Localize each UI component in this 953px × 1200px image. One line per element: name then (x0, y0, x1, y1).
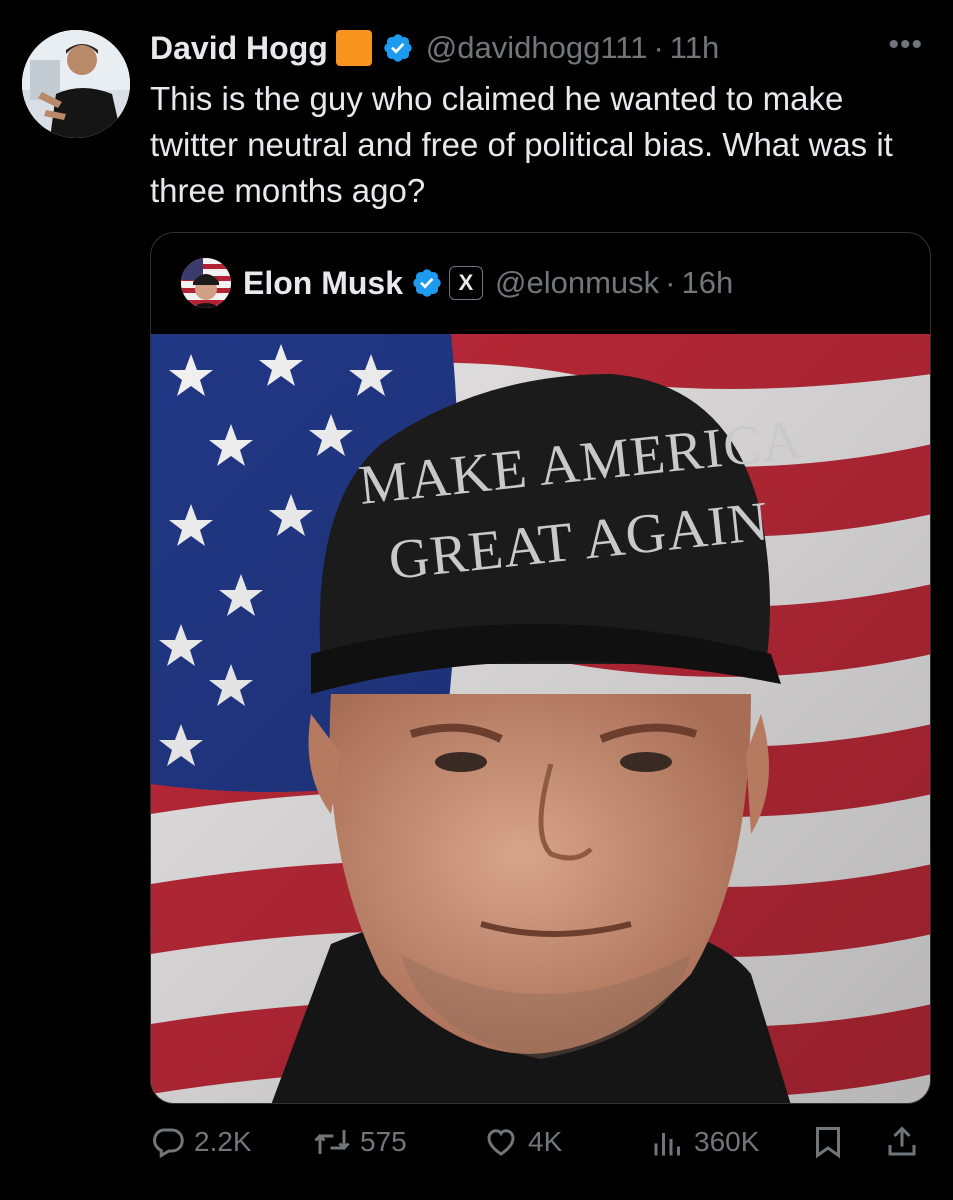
more-options-icon[interactable]: ••• (888, 28, 923, 62)
header-separator: · (653, 30, 664, 65)
tweet-text: This is the guy who claimed he wanted to… (150, 80, 893, 209)
views-count: 360K (694, 1126, 760, 1157)
quoted-author-handle[interactable]: @elonmusk (495, 265, 659, 301)
quoted-author-avatar[interactable] (181, 258, 231, 308)
reply-count: 2.2K (194, 1126, 252, 1157)
repost-count: 575 (360, 1126, 407, 1157)
share-button[interactable] (884, 1112, 920, 1172)
reply-button[interactable]: 2.2K (150, 1112, 252, 1172)
heart-icon (487, 1129, 515, 1156)
verified-badge-icon[interactable] (382, 32, 414, 64)
share-icon (888, 1126, 916, 1156)
tweet-timestamp[interactable]: 11h (670, 30, 719, 66)
analytics-icon (654, 1133, 680, 1156)
like-button[interactable]: 4K (482, 1112, 562, 1172)
repost-icon (314, 1130, 350, 1154)
quoted-tweet[interactable]: Elon Musk X @elonmusk · 16h MAKE AMERICA… (150, 232, 931, 1104)
bookmark-button[interactable] (810, 1112, 846, 1172)
views-button[interactable]: 360K (650, 1112, 759, 1172)
quoted-header-separator: · (665, 265, 676, 300)
like-count: 4K (528, 1126, 563, 1157)
tweet-header: David Hogg @davidhogg111 · 11h ••• (150, 26, 933, 70)
author-name[interactable]: David Hogg (150, 30, 328, 67)
author-avatar[interactable] (22, 30, 130, 138)
quoted-avatar-image (181, 258, 231, 308)
reply-icon (152, 1128, 184, 1159)
action-bar: 2.2K 575 4K 360K (150, 1112, 930, 1172)
repost-button[interactable]: 575 (312, 1112, 407, 1172)
quoted-timestamp[interactable]: 16h (682, 265, 734, 301)
author-avatar-image (22, 30, 130, 138)
x-affiliate-badge-icon[interactable]: X (449, 266, 484, 300)
quoted-author-name[interactable]: Elon Musk (243, 265, 403, 302)
author-handle[interactable]: @davidhogg111 (426, 30, 648, 66)
quoted-tweet-header: Elon Musk X @elonmusk · 16h (151, 233, 930, 333)
bookmark-icon (816, 1127, 840, 1159)
quoted-verified-badge-icon[interactable] (411, 267, 443, 299)
orange-square-emoji (335, 30, 372, 66)
quoted-tweet-image[interactable]: MAKE AMERICA GREAT AGAIN (151, 334, 930, 1103)
tweet[interactable]: David Hogg @davidhogg111 · 11h ••• This … (0, 0, 953, 1200)
